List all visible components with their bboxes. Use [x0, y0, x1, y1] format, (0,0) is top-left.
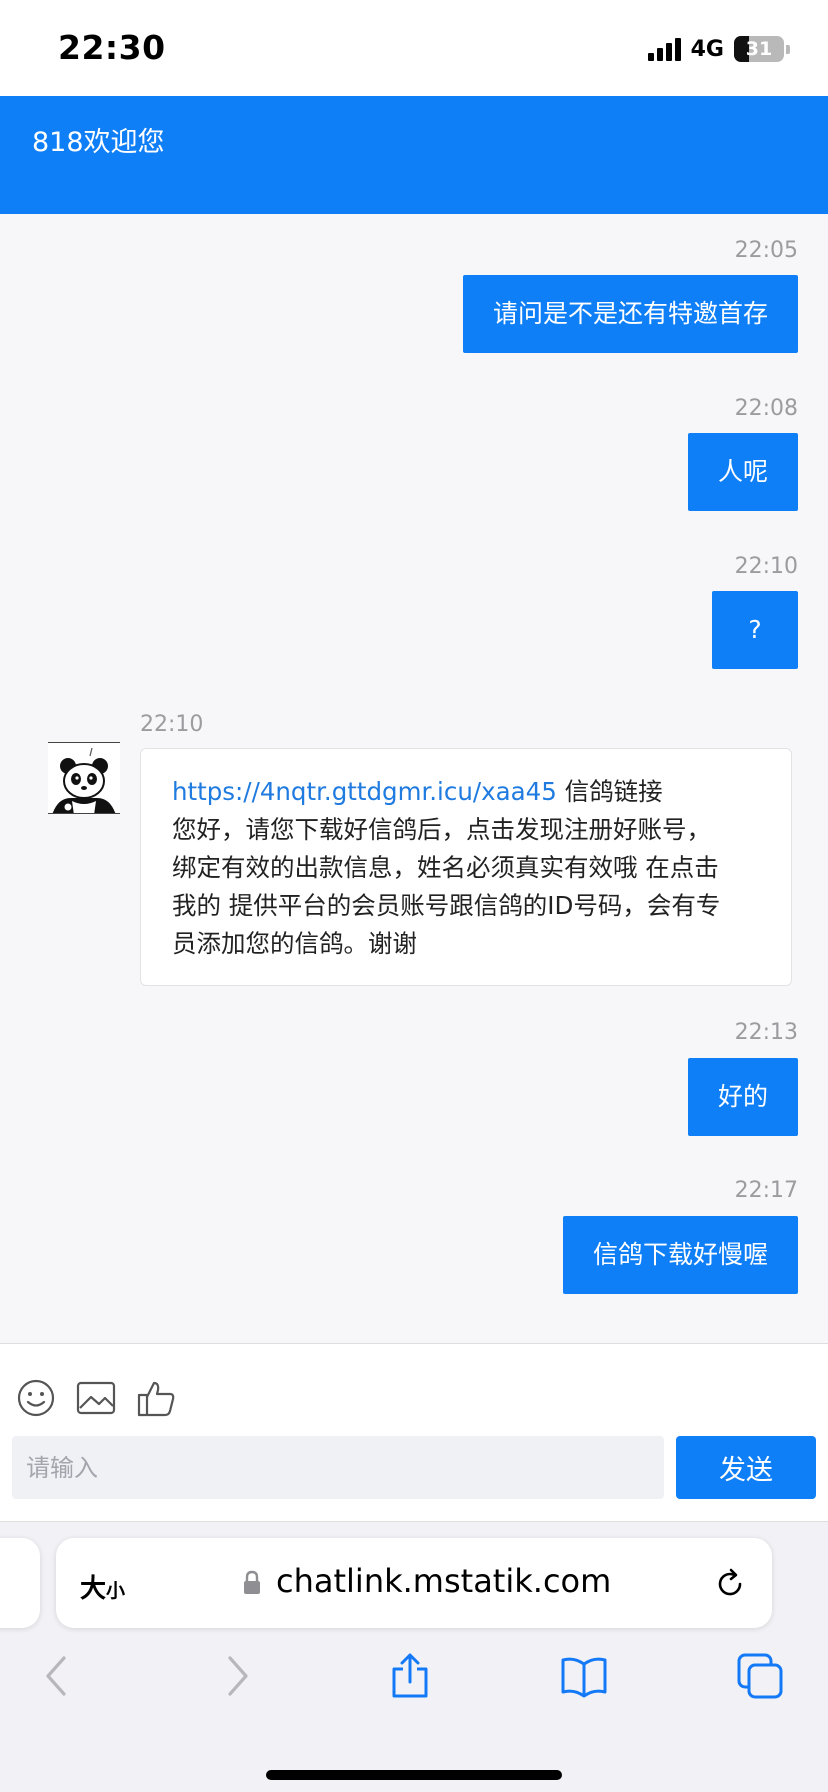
status-time: 22:30: [58, 28, 166, 67]
back-icon[interactable]: [34, 1652, 82, 1700]
url-text[interactable]: chatlink.mstatik.com: [276, 1562, 611, 1600]
home-indicator[interactable]: [266, 1770, 562, 1780]
message-time: 22:08: [734, 396, 798, 421]
network-type: 4G: [690, 36, 724, 62]
battery-level: 31: [745, 38, 773, 60]
message-link[interactable]: https://4nqtr.gttdgmr.icu/xaa45: [172, 777, 557, 806]
message-time: 22:10: [140, 712, 204, 737]
battery-icon: 31: [734, 36, 784, 62]
emoji-icon[interactable]: [16, 1378, 56, 1418]
message-composer: 发送: [0, 1343, 828, 1522]
outgoing-message[interactable]: 信鸽下载好慢喔: [562, 1216, 798, 1294]
message-line: 员添加您的信鸽。谢谢: [172, 929, 417, 958]
panda-avatar-icon: [48, 743, 120, 813]
previous-tab-edge[interactable]: [0, 1538, 40, 1628]
agent-avatar[interactable]: [48, 742, 120, 814]
message-list[interactable]: 22:05 请问是不是还有特邀首存 22:08 人呢 22:10 ? 22:10: [0, 214, 828, 1344]
address-bar[interactable]: 大小 chatlink.mstatik.com: [56, 1538, 772, 1628]
chat-header: 818欢迎您: [0, 96, 828, 214]
message-line: 绑定有效的出款信息，姓名必须真实有效哦 在点击: [172, 853, 719, 882]
text-size-big-label: 大: [80, 1574, 107, 1604]
status-indicators: 4G 31: [647, 36, 790, 62]
forward-icon[interactable]: [212, 1652, 260, 1700]
battery-cap: [786, 44, 790, 54]
reload-icon[interactable]: [712, 1566, 748, 1602]
share-icon[interactable]: [386, 1652, 434, 1700]
chat-page: 22:30 4G 31 818欢迎您 22:05 请问是不是还有特邀首存 22:…: [0, 0, 828, 1792]
message-time: 22:17: [734, 1178, 798, 1203]
send-button[interactable]: 发送: [676, 1436, 816, 1499]
outgoing-message[interactable]: 请问是不是还有特邀首存: [462, 275, 798, 353]
outgoing-message[interactable]: ?: [712, 591, 798, 669]
image-icon[interactable]: [76, 1378, 116, 1418]
message-time: 22:10: [734, 554, 798, 579]
message-time: 22:05: [734, 238, 798, 263]
incoming-message[interactable]: https://4nqtr.gttdgmr.icu/xaa45 信鸽链接 您好，…: [140, 748, 792, 986]
bookmarks-icon[interactable]: [560, 1652, 608, 1700]
message-line: 您好，请您下载好信鸽后，点击发现注册好账号，: [172, 815, 711, 844]
message-input[interactable]: [12, 1436, 664, 1499]
thumbs-up-icon[interactable]: [136, 1378, 176, 1418]
outgoing-message[interactable]: 好的: [687, 1058, 798, 1136]
chat-title: 818欢迎您: [32, 127, 165, 158]
status-bar: 22:30 4G 31: [0, 0, 828, 96]
message-line: https://4nqtr.gttdgmr.icu/xaa45 信鸽链接: [172, 773, 761, 811]
message-time: 22:13: [734, 1020, 798, 1045]
outgoing-message[interactable]: 人呢: [687, 433, 798, 511]
text-size-button[interactable]: 大小: [80, 1568, 125, 1605]
message-line: 我的 提供平台的会员账号跟信鸽的ID号码，会有专: [172, 891, 721, 920]
message-link-label: 信鸽链接: [556, 777, 663, 806]
browser-toolbar: 大小 chatlink.mstatik.com: [0, 1522, 828, 1792]
signal-icon: [647, 37, 681, 61]
text-size-small-label: 小: [106, 1580, 126, 1602]
tabs-icon[interactable]: [736, 1652, 784, 1700]
lock-icon: [244, 1570, 260, 1594]
